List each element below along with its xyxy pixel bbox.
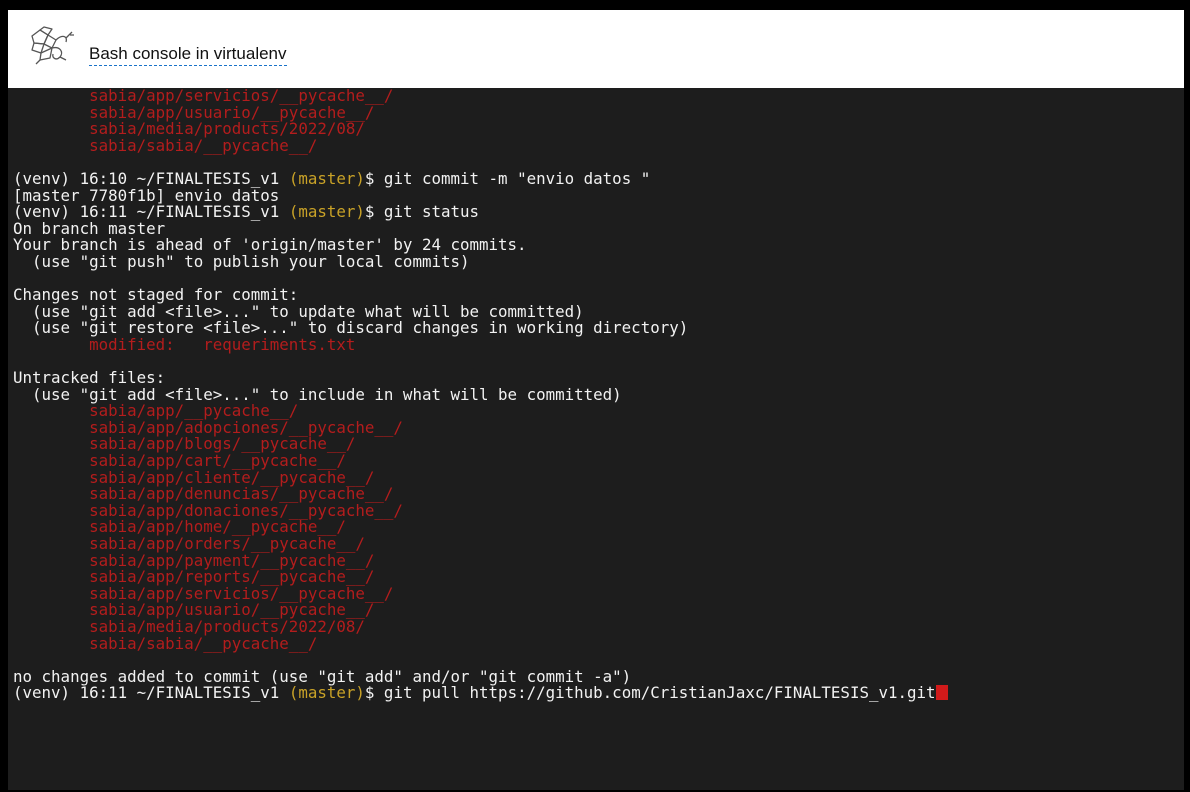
- terminal-text: $ git status: [364, 202, 480, 222]
- terminal-line: (venv) 16:11 ~/FINALTESIS_v1 (master)$ g…: [13, 685, 948, 702]
- terminal-text: $ git commit -m "envio datos ": [364, 168, 651, 188]
- git-branch-label: (master): [288, 168, 365, 188]
- console-title-link[interactable]: Bash console in virtualenv: [89, 44, 287, 66]
- git-file-path: sabia/sabia/__pycache__/: [13, 633, 318, 653]
- git-file-path: sabia/sabia/__pycache__/: [13, 135, 318, 155]
- terminal-line: sabia/sabia/__pycache__/: [13, 633, 948, 653]
- terminal-line: sabia/sabia/__pycache__/: [13, 135, 948, 155]
- terminal-text: (venv) 16:11 ~/FINALTESIS_v1: [13, 683, 289, 703]
- git-file-path: modified: requeriments.txt: [13, 334, 356, 354]
- pythonanywhere-logo-icon: [31, 26, 74, 65]
- terminal-output: sabia/app/servicios/__pycache__/ sabia/a…: [13, 88, 948, 702]
- terminal-text: $ git pull https://github.com/CristianJa…: [364, 683, 936, 703]
- git-branch-label: (master): [288, 683, 365, 703]
- git-branch-label: (master): [288, 202, 365, 222]
- terminal-text: (use "git push" to publish your local co…: [13, 251, 470, 271]
- terminal-line: (use "git push" to publish your local co…: [13, 251, 948, 271]
- terminal-line: modified: requeriments.txt: [13, 334, 948, 354]
- terminal-cursor: [935, 685, 948, 701]
- terminal[interactable]: sabia/app/servicios/__pycache__/ sabia/a…: [8, 88, 1184, 790]
- title-bar: Bash console in virtualenv: [8, 10, 1184, 88]
- console-window: Bash console in virtualenv sabia/app/ser…: [8, 10, 1184, 790]
